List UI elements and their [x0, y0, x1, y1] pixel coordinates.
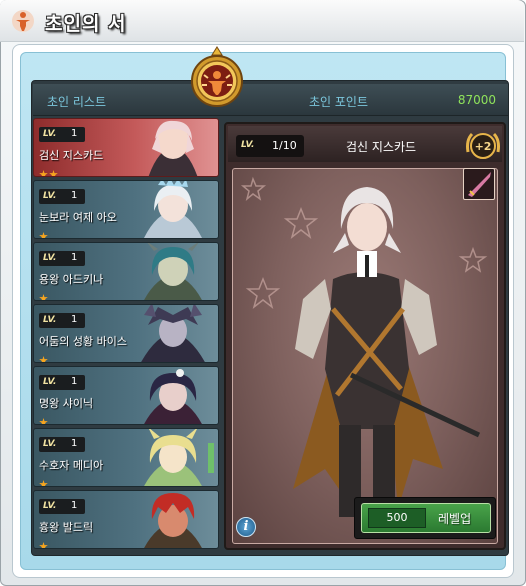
level-progress: 1/10 — [272, 139, 297, 152]
points-label: 초인 포인트 — [309, 95, 369, 109]
weapon-icon[interactable] — [463, 168, 495, 200]
level-prefix: LV. — [43, 501, 57, 511]
level-badge: LV. 1 — [39, 437, 85, 452]
level-badge: LV. 1 — [39, 313, 85, 328]
level-value: 1 — [71, 500, 78, 511]
level-badge: LV. 1 — [39, 499, 85, 514]
star-rating — [39, 288, 49, 300]
detail-character-name: 검신 지스카드 — [346, 140, 417, 154]
star-rating — [39, 536, 49, 548]
header-bar: 초인 리스트 초인 포인트 87000 — [33, 84, 508, 116]
character-item[interactable]: LV. 1 용왕 아드키나 — [33, 242, 219, 301]
star-rating — [39, 350, 49, 362]
character-name: 어둠의 성황 바이스 — [39, 335, 127, 348]
star-icon — [39, 232, 48, 238]
character-portrait — [144, 493, 202, 548]
level-value: 1 — [71, 438, 78, 449]
character-item[interactable]: LV. 1 흉왕 발드릭 — [33, 490, 219, 549]
star-icon — [49, 170, 58, 176]
star-rating — [39, 226, 49, 238]
detail-level-badge: LV. 1/10 — [236, 135, 304, 157]
detail-header: LV. 1/10 검신 지스카드 — [228, 126, 502, 162]
star-icon — [39, 294, 48, 300]
level-badge: LV. 1 — [39, 251, 85, 266]
level-prefix: LV. — [43, 439, 57, 449]
level-value: 1 — [71, 190, 78, 201]
character-item[interactable]: LV. 1 검신 지스카드 — [33, 118, 219, 177]
character-name: 용왕 아드키나 — [39, 273, 104, 286]
character-detail-panel: LV. 1/10 검신 지스카드 +2 i 500 레벨업 — [224, 122, 506, 550]
person-icon — [12, 10, 34, 32]
star-rating — [39, 164, 59, 176]
medallion-icon — [191, 46, 243, 107]
character-name: 명왕 샤이닉 — [39, 397, 94, 410]
plus-rank-value: +2 — [475, 140, 492, 153]
character-artwork — [232, 168, 498, 544]
levelup-container: 500 레벨업 — [354, 497, 496, 539]
star-rating — [39, 412, 49, 424]
level-prefix: LV. — [241, 140, 255, 150]
info-icon[interactable]: i — [236, 517, 256, 537]
window-title: 초인의 서 — [45, 13, 127, 35]
star-icon — [39, 480, 48, 486]
level-value: 1 — [71, 252, 78, 263]
character-item[interactable]: LV. 1 명왕 샤이닉 — [33, 366, 219, 425]
character-name: 눈보라 여제 아오 — [39, 211, 117, 224]
star-rating — [39, 474, 49, 486]
character-list-label: 초인 리스트 — [47, 95, 107, 109]
level-value: 1 — [71, 314, 78, 325]
star-icon — [39, 356, 48, 362]
character-name: 검신 지스카드 — [39, 149, 104, 162]
character-name: 수호자 메디아 — [39, 459, 104, 472]
character-portrait — [144, 429, 214, 486]
level-prefix: LV. — [43, 377, 57, 387]
character-name: 흉왕 발드릭 — [39, 521, 94, 534]
star-icon — [39, 170, 48, 176]
character-portrait — [141, 305, 205, 362]
level-value: 1 — [71, 376, 78, 387]
plus-rank-icon: +2 — [466, 132, 500, 159]
star-icon — [39, 418, 48, 424]
character-portrait — [144, 181, 202, 238]
character-portrait — [148, 120, 198, 176]
levelup-cost: 500 — [368, 508, 426, 528]
levelup-label: 레벨업 — [438, 512, 472, 526]
star-icon — [39, 542, 48, 548]
level-prefix: LV. — [43, 129, 57, 139]
character-illustration — [240, 176, 488, 517]
points-value: 87000 — [457, 93, 496, 107]
level-prefix: LV. — [43, 315, 57, 325]
character-item[interactable]: LV. 1 어둠의 성황 바이스 — [33, 304, 219, 363]
level-badge: LV. 1 — [39, 189, 85, 204]
character-item[interactable]: LV. 1 눈보라 여제 아오 — [33, 180, 219, 239]
character-portrait — [144, 369, 202, 424]
title-bar: 초인의 서 — [0, 0, 524, 42]
level-badge: LV. 1 — [39, 375, 85, 390]
character-portrait — [144, 243, 202, 300]
level-prefix: LV. — [43, 191, 57, 201]
levelup-button[interactable]: 500 레벨업 — [361, 503, 491, 533]
level-prefix: LV. — [43, 253, 57, 263]
character-item[interactable]: LV. 1 수호자 메디아 — [33, 428, 219, 487]
level-badge: LV. 1 — [39, 127, 85, 142]
level-value: 1 — [71, 128, 78, 139]
character-list: LV. 1 검신 지스카드 LV. 1 눈보라 여제 아오 LV. 1 용왕 아… — [33, 118, 219, 554]
